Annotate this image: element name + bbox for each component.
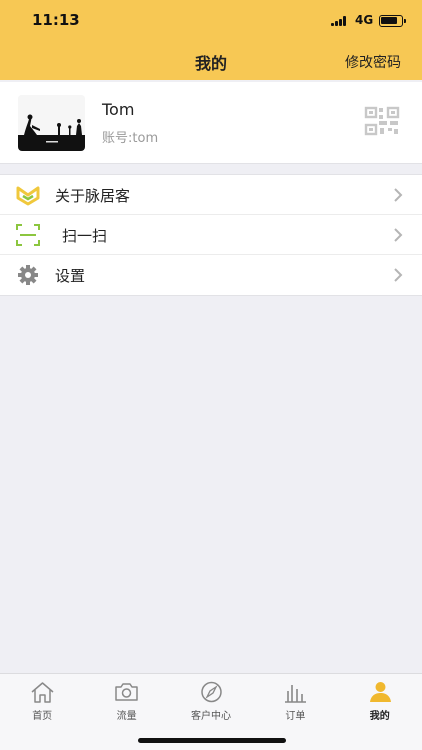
menu-list: 关于脉居客 扫一扫 设置: [0, 174, 422, 296]
menu-item-label: 设置: [55, 267, 86, 285]
chevron-right-icon: [394, 188, 403, 202]
home-indicator: [138, 738, 286, 743]
network-type: 4G: [355, 13, 374, 27]
menu-item-scan[interactable]: 扫一扫: [0, 215, 422, 255]
compass-icon: [201, 681, 222, 703]
camera-icon: [115, 683, 139, 701]
tab-label: 流量: [116, 711, 137, 722]
chevron-right-icon: [394, 268, 403, 282]
status-time: 11:13: [32, 11, 80, 29]
menu-item-about[interactable]: 关于脉居客: [0, 175, 422, 215]
user-name: Tom: [102, 100, 135, 119]
tab-label: 订单: [285, 711, 306, 722]
change-password-button[interactable]: 修改密码: [345, 52, 401, 72]
bar-chart-icon: [285, 685, 307, 703]
person-icon: [369, 682, 391, 702]
chevron-right-icon: [394, 228, 403, 242]
avatar[interactable]: [18, 95, 85, 151]
status-bar: 11:13 4G: [0, 0, 422, 40]
scan-icon: [16, 224, 40, 246]
account-label: 账号: [102, 131, 129, 146]
home-icon: [31, 682, 54, 703]
tab-customer-center[interactable]: 客户中心: [169, 674, 253, 726]
gear-icon: [18, 265, 38, 285]
tab-orders[interactable]: 订单: [253, 674, 337, 726]
account-line: 账号:tom: [102, 131, 159, 146]
nav-bar: 我的 修改密码: [0, 40, 422, 80]
brand-m-icon: [16, 186, 40, 206]
tab-traffic[interactable]: 流量: [84, 674, 168, 726]
tab-mine[interactable]: 我的: [338, 674, 422, 726]
tab-home[interactable]: 首页: [0, 674, 84, 726]
qr-code-icon[interactable]: [364, 106, 400, 136]
menu-item-settings[interactable]: 设置: [0, 255, 422, 295]
menu-item-label: 扫一扫: [62, 227, 108, 245]
tab-label: 客户中心: [190, 711, 231, 722]
profile-card[interactable]: Tom 账号:tom: [0, 82, 422, 164]
account-value: tom: [132, 131, 159, 146]
tab-label: 首页: [32, 711, 53, 722]
signal-icon: [331, 16, 349, 26]
tab-label: 我的: [369, 711, 390, 722]
battery-icon: [379, 15, 406, 27]
menu-item-label: 关于脉居客: [55, 187, 131, 205]
